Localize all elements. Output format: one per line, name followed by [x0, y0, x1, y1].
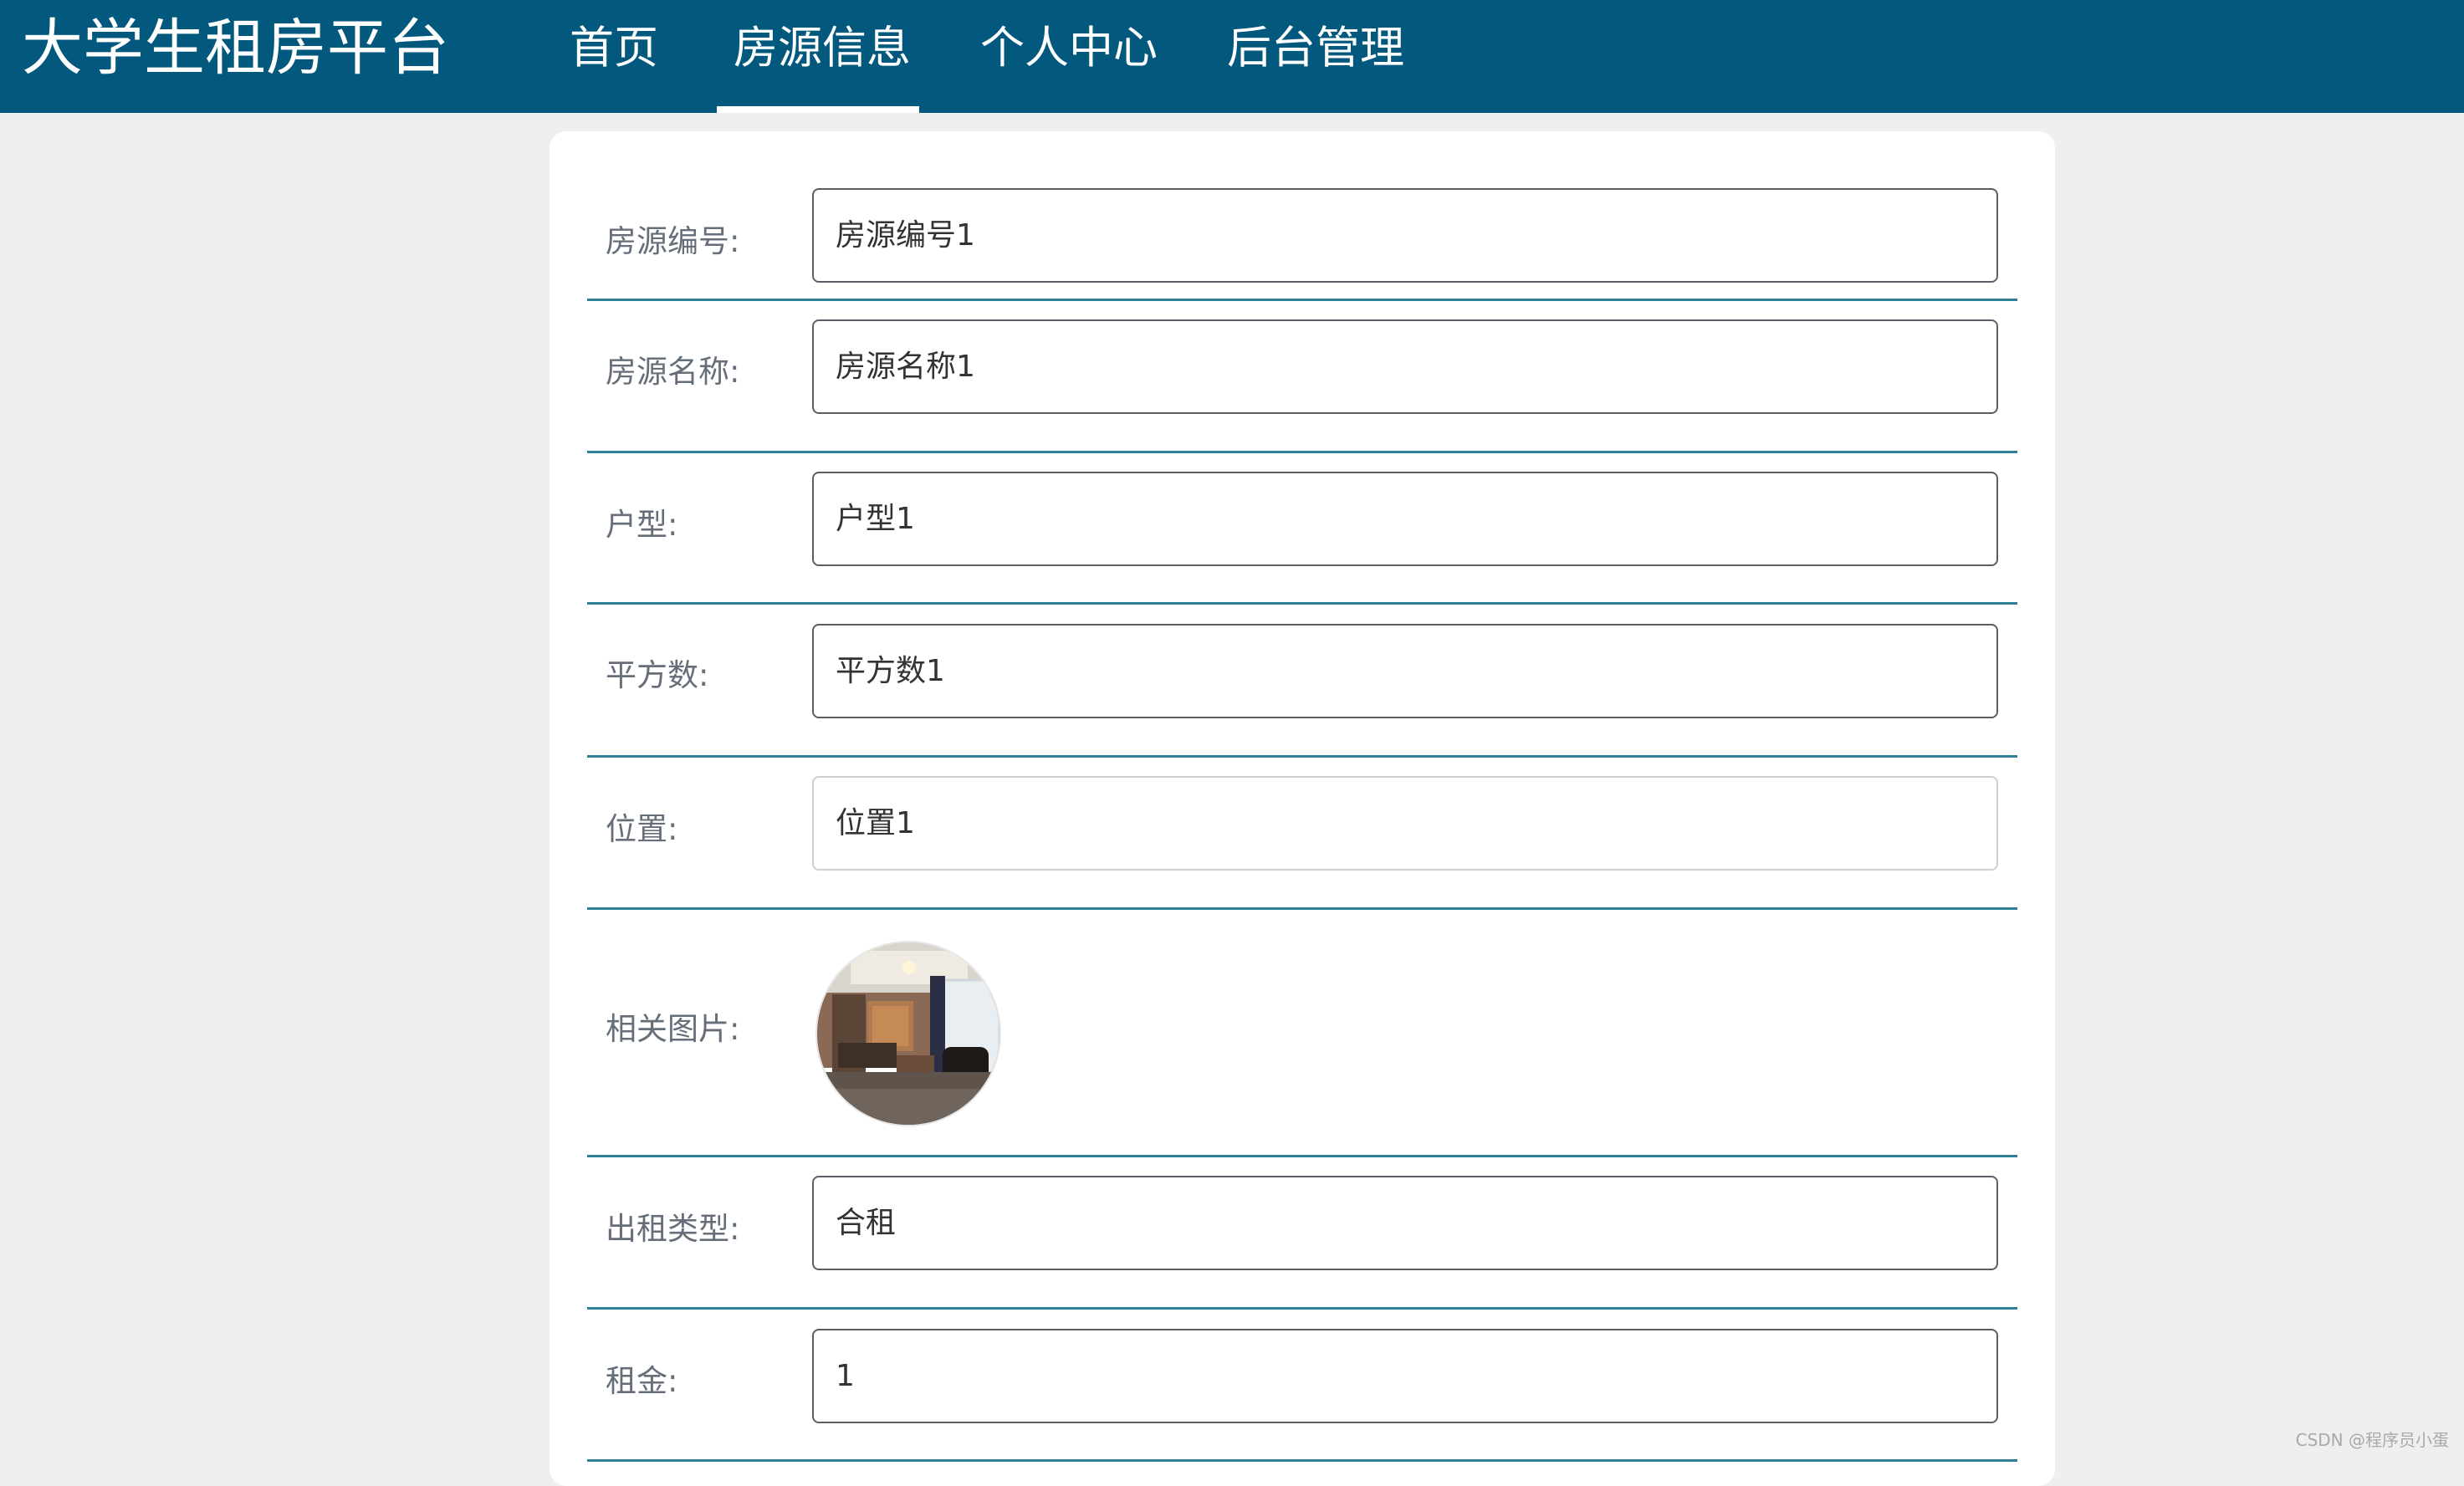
form-row-photo: 相关图片: [587, 910, 2017, 1157]
label-area: 平方数: [606, 657, 709, 693]
input-listing-id[interactable]: 房源编号1 [812, 188, 1998, 283]
form-row-listing-name: 房源名称: 房源名称1 [587, 301, 2017, 453]
input-layout[interactable]: 户型1 [812, 472, 1998, 566]
form-row-location: 位置: 位置1 [587, 758, 2017, 910]
label-rent-type: 出租类型: [606, 1211, 740, 1247]
top-navbar: 大学生租房平台 首页 房源信息 个人中心 后台管理 [0, 0, 2464, 113]
input-area[interactable]: 平方数1 [812, 624, 1998, 718]
listing-detail-card: 房源编号: 房源编号1 房源名称: 房源名称1 户型: 户型1 平方数: 平方数… [550, 131, 2055, 1486]
label-listing-name: 房源名称: [606, 354, 740, 390]
watermark: CSDN @程序员小蛋 [2295, 1430, 2449, 1450]
input-rent-type[interactable]: 合租 [812, 1176, 1998, 1270]
form-row-layout: 户型: 户型1 [587, 453, 2017, 605]
nav-item-profile[interactable]: 个人中心 [980, 0, 1158, 96]
room-photo-image [817, 942, 999, 1125]
nav-item-listings[interactable]: 房源信息 [734, 0, 911, 96]
form-row-rent-type: 出租类型: 合租 [587, 1157, 2017, 1310]
form-row-rent: 租金: 1 [587, 1310, 2017, 1462]
site-title: 大学生租房平台 [22, 13, 449, 84]
active-nav-indicator [717, 106, 919, 113]
input-location[interactable]: 位置1 [812, 776, 1998, 871]
label-photo: 相关图片: [606, 1011, 740, 1047]
form-row-listing-id: 房源编号: 房源编号1 [587, 170, 2017, 301]
input-listing-name[interactable]: 房源名称1 [812, 319, 1998, 414]
nav-item-home[interactable]: 首页 [570, 0, 658, 96]
nav-item-admin[interactable]: 后台管理 [1227, 0, 1404, 96]
label-location: 位置: [606, 811, 678, 847]
input-rent[interactable]: 1 [812, 1329, 1998, 1423]
listing-photo-thumbnail[interactable] [815, 941, 1001, 1126]
form-row-area: 平方数: 平方数1 [587, 605, 2017, 758]
label-listing-id: 房源编号: [606, 223, 740, 259]
label-rent: 租金: [606, 1363, 678, 1399]
label-layout: 户型: [606, 507, 678, 543]
